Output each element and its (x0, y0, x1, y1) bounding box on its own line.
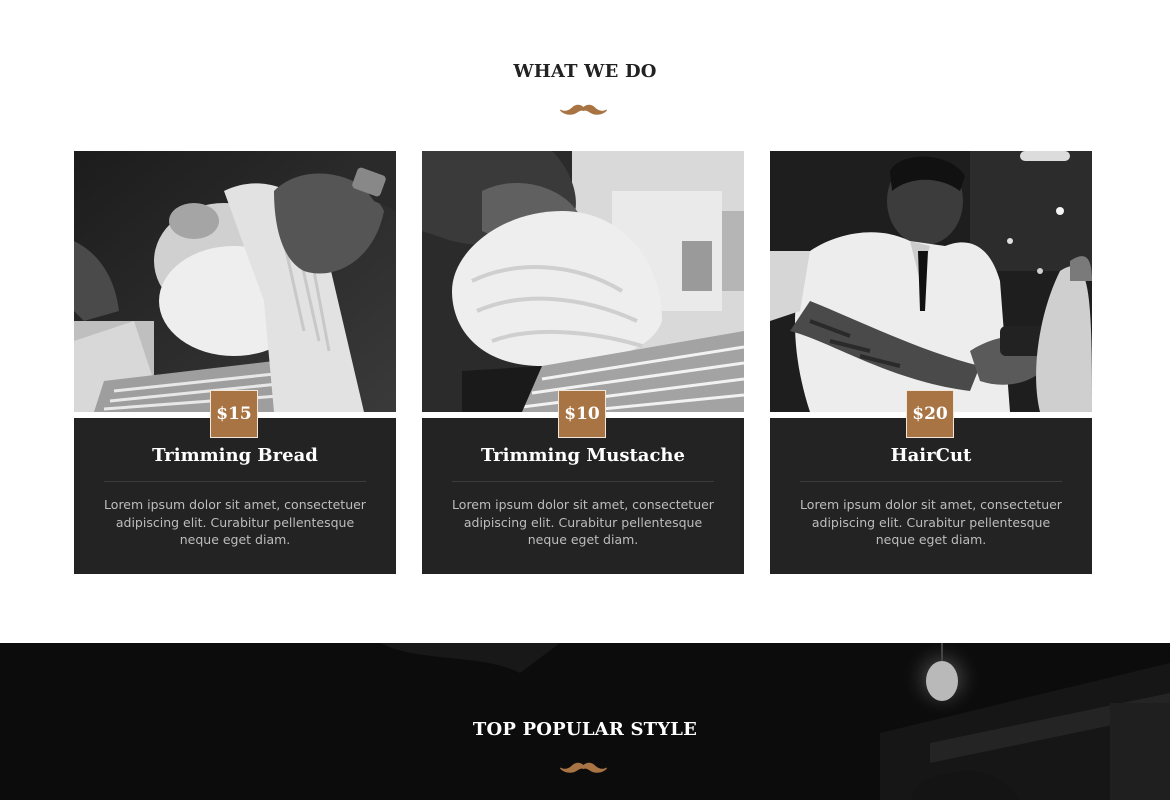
popular-title: TOP POPULAR STYLE (472, 719, 698, 740)
title-divider (104, 481, 366, 482)
service-description: Lorem ipsum dolor sit amet, consectetuer… (452, 497, 714, 547)
barber-shave-photo (74, 151, 396, 412)
mustache-icon (560, 104, 607, 115)
service-title[interactable]: Trimming Bread (74, 445, 396, 466)
services-section: WHAT WE DO $15 Trimming Bread Lorem ipsu… (0, 0, 1170, 643)
mustache-icon (560, 762, 607, 773)
price-badge: $15 (210, 390, 258, 438)
service-card[interactable]: $15 Trimming Bread Lorem ipsum dolor sit… (74, 151, 396, 574)
service-card[interactable]: $10 Trimming Mustache Lorem ipsum dolor … (422, 151, 744, 574)
service-title[interactable]: Trimming Mustache (422, 445, 744, 466)
service-description: Lorem ipsum dolor sit amet, consectetuer… (104, 497, 366, 547)
title-divider (452, 481, 714, 482)
service-title[interactable]: HairCut (770, 445, 1092, 466)
price-badge: $20 (906, 390, 954, 438)
service-card[interactable]: $20 HairCut Lorem ipsum dolor sit amet, … (770, 151, 1092, 574)
title-divider (800, 481, 1062, 482)
towel-wrap-photo (422, 151, 744, 412)
services-title: WHAT WE DO (513, 61, 657, 82)
service-description: Lorem ipsum dolor sit amet, consectetuer… (800, 497, 1062, 547)
popular-section: TOP POPULAR STYLE (0, 643, 1170, 800)
haircut-clipper-photo (770, 151, 1092, 412)
price-badge: $10 (558, 390, 606, 438)
